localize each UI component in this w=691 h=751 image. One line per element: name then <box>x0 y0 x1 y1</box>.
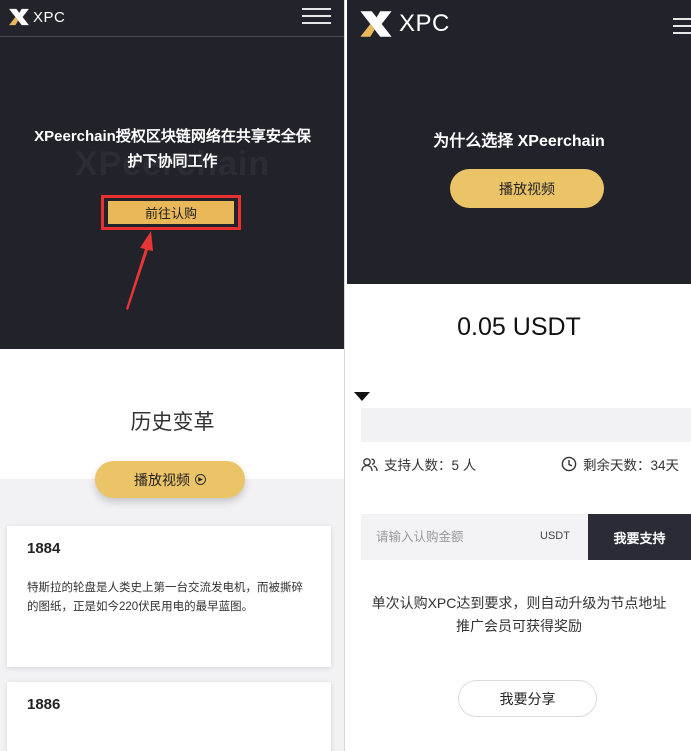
hero-title: XPeerchain授权区块链网络在共享安全保 护下协同工作 <box>10 124 335 174</box>
share-button[interactable]: 我要分享 <box>458 680 597 717</box>
subscribe-form: USDT 我要支持 <box>361 514 691 560</box>
play-video-label: 播放视频 <box>134 471 190 488</box>
xpc-logo-icon <box>9 8 29 26</box>
subscribe-button[interactable]: 前往认购 <box>108 201 234 224</box>
notice-line1: 单次认购XPC达到要求，则自动升级为节点地址 <box>371 595 667 611</box>
logo-text: XPC <box>399 10 450 37</box>
logo-text: XPC <box>33 8 66 26</box>
timeline-year: 1886 <box>27 696 61 713</box>
timeline-year: 1884 <box>27 540 61 557</box>
logo[interactable]: XPC <box>8 8 65 26</box>
logo[interactable]: XPC <box>359 9 450 39</box>
users-icon <box>361 457 378 471</box>
hamburger-menu-icon[interactable] <box>302 8 331 29</box>
amount-input[interactable] <box>361 514 529 560</box>
days-remaining: 剩余天数：34天 <box>561 454 679 474</box>
price-display: 0.05 USDT <box>457 313 581 341</box>
progress-bar <box>361 408 691 442</box>
header-bar: XPC <box>0 0 344 37</box>
support-button[interactable]: 我要支持 <box>588 514 691 560</box>
supporters-count: 支持人数：5 人 <box>361 454 476 474</box>
days-remaining-label: 剩余天数：34天 <box>583 458 680 473</box>
currency-unit: USDT <box>540 530 570 542</box>
clock-icon <box>561 456 577 472</box>
play-video-button[interactable]: 播放视频 ▶ <box>95 461 245 498</box>
hero-section: XPC 为什么选择 XPeerchain 播放视频 <box>347 0 691 284</box>
timeline-card: 1884 特斯拉的轮盘是人类史上第一台交流发电机，而被撕碎的图纸，正是如今220… <box>7 526 331 667</box>
hamburger-menu-icon[interactable] <box>673 18 691 39</box>
notice-line2: 推广会员可获得奖励 <box>456 618 582 634</box>
timeline-card: 1886 <box>7 682 331 751</box>
highlight-box: 前往认购 <box>101 195 241 230</box>
play-video-button[interactable]: 播放视频 <box>450 169 604 208</box>
history-section: 历史变革 <box>0 349 344 479</box>
red-arrow-icon <box>126 231 153 310</box>
left-screen: XPC XPeerchain XPeerchain授权区块链网络在共享安全保 护… <box>0 0 345 751</box>
xpc-logo-icon <box>360 11 392 37</box>
play-circle-icon: ▶ <box>195 474 206 485</box>
supporters-label: 支持人数：5 人 <box>384 458 477 473</box>
triangle-down-icon[interactable] <box>354 392 370 401</box>
right-screen: XPC 为什么选择 XPeerchain 播放视频 0.05 USDT 支持人数… <box>347 0 691 751</box>
hero-section: XPeerchain XPeerchain授权区块链网络在共享安全保 护下协同工… <box>0 37 344 349</box>
hero-title-line2: 护下协同工作 <box>127 153 218 170</box>
timeline-text: 特斯拉的轮盘是人类史上第一台交流发电机，而被撕碎的图纸，正是如今220伏民用电的… <box>27 582 303 613</box>
timeline-section: 1884 特斯拉的轮盘是人类史上第一台交流发电机，而被撕碎的图纸，正是如今220… <box>0 479 344 751</box>
hero-title-line1: XPeerchain授权区块链网络在共享安全保 <box>34 128 311 145</box>
history-title: 历史变革 <box>130 411 215 434</box>
section-title: 为什么选择 XPeerchain <box>433 133 605 150</box>
